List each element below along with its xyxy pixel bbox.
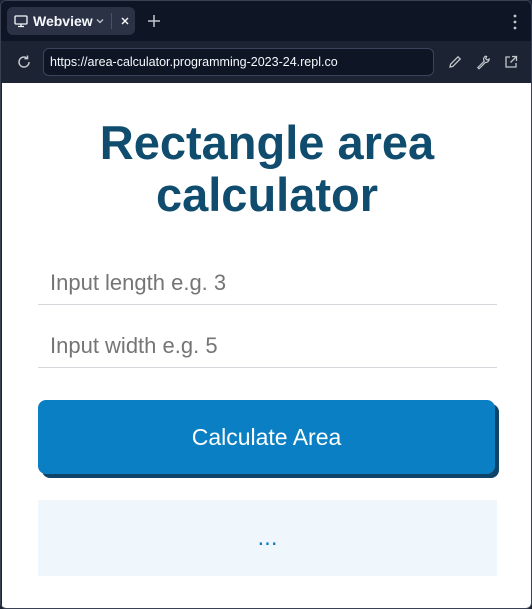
reload-icon[interactable] bbox=[16, 54, 32, 70]
url-field[interactable]: https://area-calculator.programming-2023… bbox=[43, 48, 434, 76]
width-input[interactable] bbox=[38, 324, 497, 368]
tab-label: Webview bbox=[33, 13, 93, 29]
close-icon[interactable] bbox=[119, 15, 131, 27]
external-link-icon[interactable] bbox=[503, 54, 519, 70]
address-bar: https://area-calculator.programming-2023… bbox=[1, 41, 531, 83]
page-title: Rectangle area calculator bbox=[99, 116, 435, 221]
browser-window: Webview https://area-calculator.programm… bbox=[0, 0, 532, 609]
webview-content: Rectangle area calculator Calculate Area… bbox=[2, 83, 531, 608]
tab-divider bbox=[111, 13, 112, 29]
more-vertical-icon[interactable] bbox=[512, 13, 518, 31]
pencil-icon[interactable] bbox=[447, 54, 463, 70]
result-output: ... bbox=[38, 500, 497, 576]
tab-webview[interactable]: Webview bbox=[7, 7, 135, 35]
calculate-area-button[interactable]: Calculate Area bbox=[38, 400, 495, 474]
monitor-icon bbox=[14, 15, 28, 28]
tab-bar: Webview bbox=[1, 1, 531, 41]
length-input[interactable] bbox=[38, 261, 497, 305]
wrench-icon[interactable] bbox=[475, 54, 491, 70]
plus-icon[interactable] bbox=[146, 13, 162, 29]
chevron-down-icon[interactable] bbox=[95, 16, 105, 26]
